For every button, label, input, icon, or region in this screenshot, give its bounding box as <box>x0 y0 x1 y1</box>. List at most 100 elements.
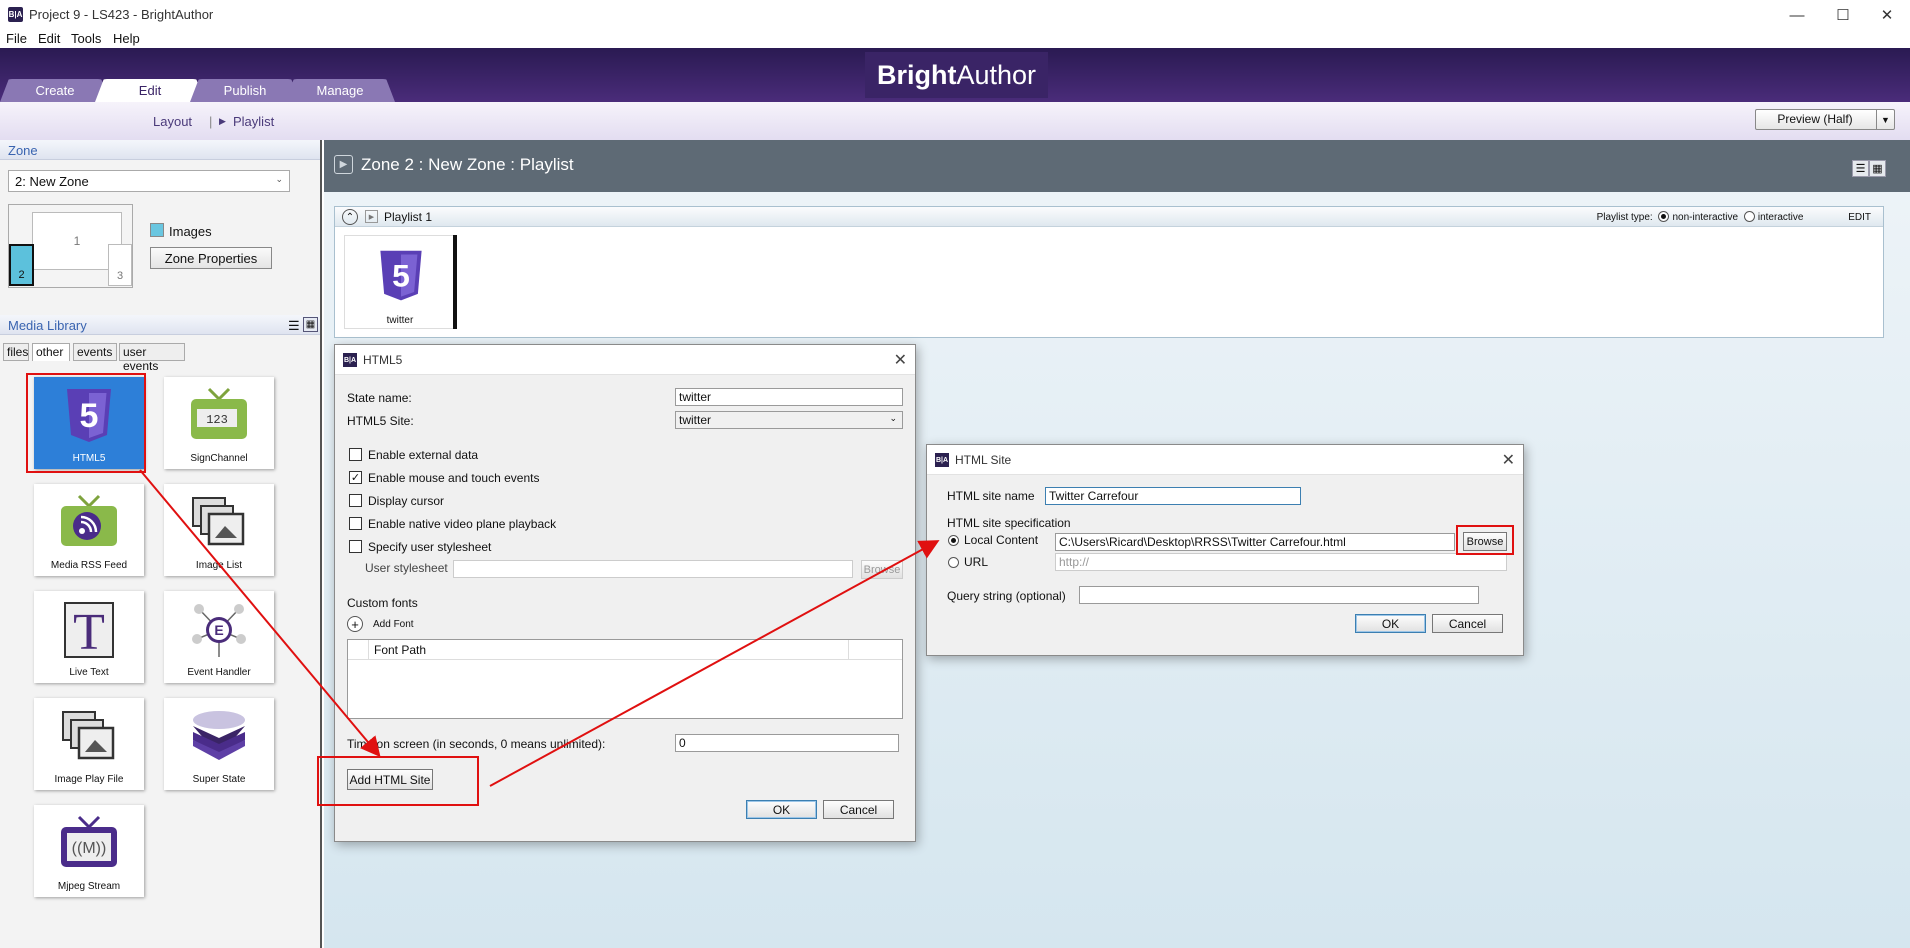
list-view-icon[interactable]: ☰ <box>1852 160 1869 177</box>
close-icon[interactable]: ✕ <box>894 350 907 370</box>
library-item-media-rss-feed[interactable]: Media RSS Feed <box>34 484 144 576</box>
library-item-signchannel[interactable]: 123 SignChannel <box>164 377 274 469</box>
stylesheet-browse-button[interactable]: Browse <box>861 560 903 579</box>
site-name-label: HTML site name <box>947 489 1035 503</box>
collapse-icon[interactable]: ⌃ <box>342 209 358 225</box>
native-video-label: Enable native video plane playback <box>368 517 557 531</box>
dropdown-arrow-icon[interactable]: ▼ <box>1876 110 1894 129</box>
site-ok-button[interactable]: OK <box>1355 614 1426 633</box>
html5-site-value: twitter <box>679 413 712 427</box>
url-radio[interactable] <box>948 557 959 568</box>
local-content-path-input[interactable]: C:\Users\Ricard\Desktop\RRSS\Twitter Car… <box>1055 533 1455 551</box>
image-list-icon <box>192 497 245 546</box>
local-content-radio[interactable] <box>948 535 959 546</box>
url-input[interactable]: http:// <box>1055 553 1507 571</box>
zone-properties-button[interactable]: Zone Properties <box>150 247 272 269</box>
add-font-icon[interactable]: + <box>347 616 363 632</box>
zone-select[interactable]: 2: New Zone ⌄ <box>8 170 290 192</box>
mjpeg-stream-icon: ((M)) <box>61 815 117 867</box>
add-html-site-button[interactable]: Add HTML Site <box>347 769 433 790</box>
subnav-separator: | <box>209 114 213 129</box>
time-on-screen-input[interactable]: 0 <box>675 734 899 752</box>
chevron-down-icon: ⌄ <box>889 413 897 423</box>
subnav-playlist[interactable]: Playlist <box>233 114 274 129</box>
html5-icon: 5 <box>380 250 422 301</box>
html5-dialog: B|A HTML5 ✕ State name: twitter HTML5 Si… <box>334 344 916 842</box>
menu-edit[interactable]: Edit <box>38 31 60 46</box>
edit-link[interactable]: EDIT <box>1848 212 1871 223</box>
site-browse-button[interactable]: Browse <box>1463 532 1507 551</box>
html5-site-select[interactable]: twitter ⌄ <box>675 411 903 429</box>
playlist-name: Playlist 1 <box>384 210 433 224</box>
html-site-dialog-title: HTML Site <box>955 453 1012 467</box>
library-item-label: Live Text <box>69 667 109 678</box>
playlist-type-label: Playlist type: <box>1596 212 1653 223</box>
user-stylesheet-label: User stylesheet <box>365 561 448 575</box>
menu-file[interactable]: File <box>6 31 27 46</box>
svg-text:E: E <box>214 622 223 638</box>
query-string-input[interactable] <box>1079 586 1479 604</box>
close-icon[interactable]: ✕ <box>1864 0 1910 30</box>
html5-cancel-button[interactable]: Cancel <box>823 800 894 819</box>
library-item-event-handler[interactable]: E Event Handler <box>164 591 274 683</box>
grid-view-icon[interactable]: ▦ <box>1869 160 1886 177</box>
html5-ok-button[interactable]: OK <box>746 800 817 819</box>
library-item-mjpeg-stream[interactable]: ((M)) Mjpeg Stream <box>34 805 144 897</box>
font-path-table: Font Path <box>347 639 903 719</box>
mouse-touch-checkbox[interactable]: ✓ <box>349 471 362 484</box>
images-color-swatch <box>150 223 164 237</box>
close-icon[interactable]: ✕ <box>1502 450 1515 470</box>
state-name-input[interactable]: twitter <box>675 388 903 406</box>
interactive-radio[interactable] <box>1743 211 1755 222</box>
tab-edit[interactable]: Edit <box>95 79 205 102</box>
list-view-icon[interactable]: ☰ <box>288 318 300 334</box>
library-item-image-list[interactable]: Image List <box>164 484 274 576</box>
maximize-icon[interactable]: ☐ <box>1820 0 1866 30</box>
preview-label: Preview (Half) <box>1777 112 1853 126</box>
library-item-super-state[interactable]: Super State <box>164 698 274 790</box>
tab-create[interactable]: Create <box>0 79 110 102</box>
library-tab-events[interactable]: events <box>73 343 117 361</box>
non-interactive-radio[interactable] <box>1658 211 1670 222</box>
url-radio-wrap[interactable] <box>945 555 962 569</box>
tab-manage[interactable]: Manage <box>285 79 395 102</box>
user-stylesheet-input[interactable] <box>453 560 853 578</box>
minimize-icon[interactable]: — <box>1774 0 1820 30</box>
mouse-touch-label: Enable mouse and touch events <box>368 471 540 485</box>
site-cancel-button[interactable]: Cancel <box>1432 614 1503 633</box>
play-icon[interactable]: ▶ <box>334 155 353 174</box>
zone-thumb-3[interactable]: 3 <box>108 244 132 286</box>
playlist-item-label: twitter <box>386 315 414 326</box>
user-stylesheet-checkbox[interactable] <box>349 540 362 553</box>
play-icon[interactable]: ▶ <box>365 210 378 223</box>
user-stylesheet-checkbox-label: Specify user stylesheet <box>368 540 492 554</box>
library-tab-other[interactable]: other <box>32 343 70 361</box>
library-item-label: Image List <box>195 560 243 571</box>
subnav-layout[interactable]: Layout <box>153 114 192 129</box>
library-item-html5[interactable]: 5 HTML5 <box>34 377 144 469</box>
add-font-label[interactable]: Add Font <box>373 619 414 630</box>
native-video-checkbox[interactable] <box>349 517 362 530</box>
playlist-item[interactable]: 5 twitter <box>344 235 456 329</box>
zone-thumb-2[interactable]: 2 <box>9 244 34 286</box>
library-item-label: SignChannel <box>190 453 248 464</box>
menu-tools[interactable]: Tools <box>71 31 101 46</box>
grid-view-icon[interactable]: ▦ <box>303 317 318 332</box>
tab-publish[interactable]: Publish <box>190 79 300 102</box>
media-library-header: Media Library <box>0 315 320 335</box>
library-item-label: Media RSS Feed <box>50 560 128 571</box>
library-tab-user-events[interactable]: user events <box>119 343 185 373</box>
external-data-checkbox[interactable] <box>349 448 362 461</box>
site-name-input[interactable]: Twitter Carrefour <box>1045 487 1301 505</box>
library-tab-files[interactable]: files <box>3 343 29 361</box>
menu-help[interactable]: Help <box>113 31 140 46</box>
local-content-radio-wrap[interactable] <box>945 533 962 547</box>
zone-title: Zone 2 : New Zone : Playlist <box>361 155 574 174</box>
chevron-down-icon: ⌄ <box>275 174 283 184</box>
library-item-image-play-file[interactable]: Image Play File <box>34 698 144 790</box>
state-name-label: State name: <box>347 391 412 405</box>
time-on-screen-label: Time on screen (in seconds, 0 means unli… <box>347 737 606 751</box>
display-cursor-checkbox[interactable] <box>349 494 362 507</box>
preview-dropdown[interactable]: Preview (Half) ▼ <box>1755 109 1895 130</box>
library-item-live-text[interactable]: T Live Text <box>34 591 144 683</box>
